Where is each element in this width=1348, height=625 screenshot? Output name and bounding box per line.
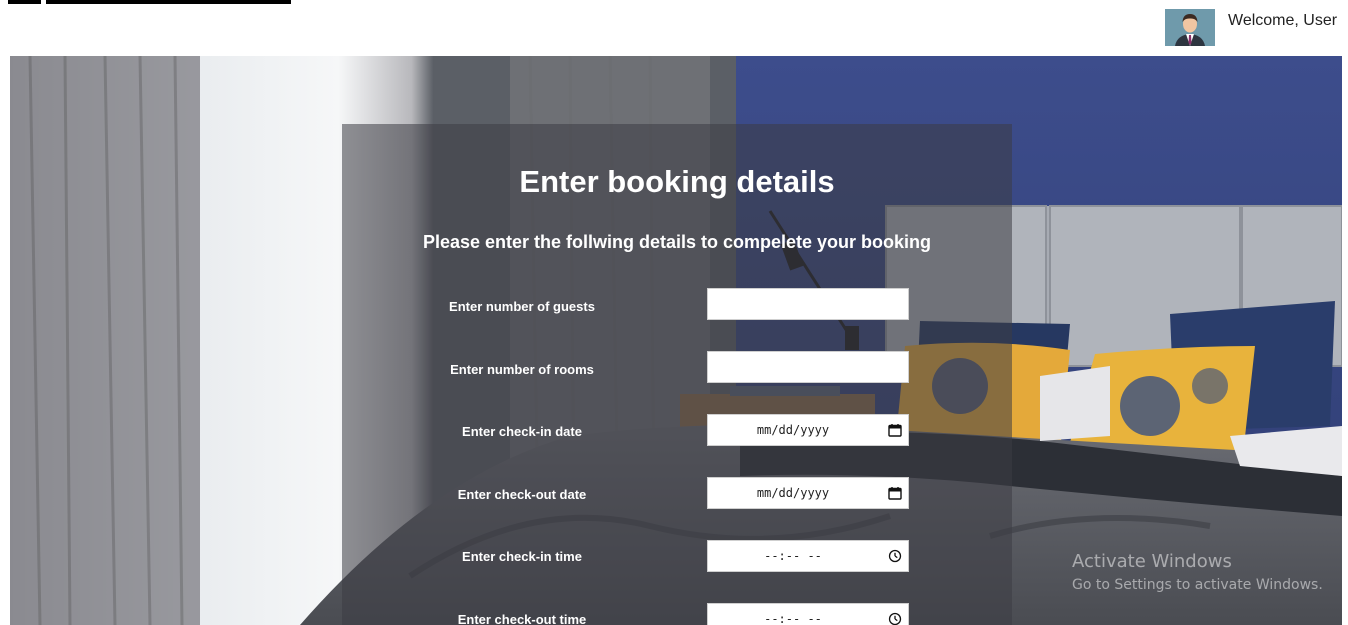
- hero-section: Enter booking details Please enter the f…: [10, 56, 1342, 625]
- checkout-time-placeholder: --:-- --: [764, 612, 822, 625]
- clock-icon[interactable]: [888, 549, 902, 563]
- checkin-time-label: Enter check-in time: [462, 549, 582, 564]
- checkout-time-label: Enter check-out time: [457, 612, 587, 625]
- page-title: Enter booking details: [519, 164, 835, 199]
- windows-activation-watermark: Activate Windows: [1072, 551, 1232, 572]
- calendar-icon[interactable]: [888, 423, 902, 437]
- booking-form-panel: Enter booking details Please enter the f…: [342, 124, 1012, 625]
- guests-input[interactable]: [707, 288, 909, 320]
- avatar-icon: [1165, 9, 1215, 46]
- clock-icon[interactable]: [888, 612, 902, 625]
- checkout-time-input[interactable]: --:-- --: [707, 603, 909, 625]
- checkout-date-label: Enter check-out date: [457, 487, 587, 502]
- rooms-label: Enter number of rooms: [450, 362, 594, 377]
- user-avatar[interactable]: [1165, 9, 1215, 46]
- rooms-input[interactable]: [707, 351, 909, 383]
- logo-wordmark: [46, 0, 291, 4]
- page-subtitle: Please enter the follwing details to com…: [422, 232, 932, 252]
- checkin-date-input[interactable]: mm/dd/yyyy: [707, 414, 909, 446]
- checkin-date-label: Enter check-in date: [462, 424, 582, 439]
- windows-activation-hint: Go to Settings to activate Windows.: [1072, 577, 1323, 593]
- guests-label: Enter number of guests: [449, 299, 595, 314]
- welcome-text: Welcome, User: [1228, 12, 1338, 29]
- checkin-time-input[interactable]: --:-- --: [707, 540, 909, 572]
- checkout-date-placeholder: mm/dd/yyyy: [756, 486, 830, 500]
- top-bar: Welcome, User: [0, 0, 1348, 56]
- calendar-icon[interactable]: [888, 486, 902, 500]
- checkin-date-placeholder: mm/dd/yyyy: [756, 423, 830, 437]
- checkin-time-placeholder: --:-- --: [764, 549, 822, 563]
- logo-mark: [8, 0, 41, 4]
- checkout-date-input[interactable]: mm/dd/yyyy: [707, 477, 909, 509]
